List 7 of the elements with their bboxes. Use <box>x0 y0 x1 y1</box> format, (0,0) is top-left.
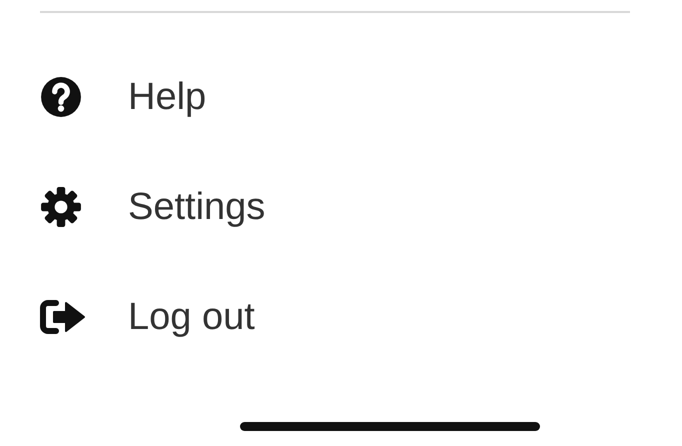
help-icon <box>40 76 82 118</box>
logout-icon <box>40 299 86 335</box>
settings-menu-item[interactable]: Settings <box>128 186 266 228</box>
home-indicator[interactable] <box>240 422 540 431</box>
help-menu-item[interactable]: Help <box>128 76 206 118</box>
logout-menu-item[interactable]: Log out <box>128 296 255 338</box>
gear-icon <box>40 186 82 228</box>
